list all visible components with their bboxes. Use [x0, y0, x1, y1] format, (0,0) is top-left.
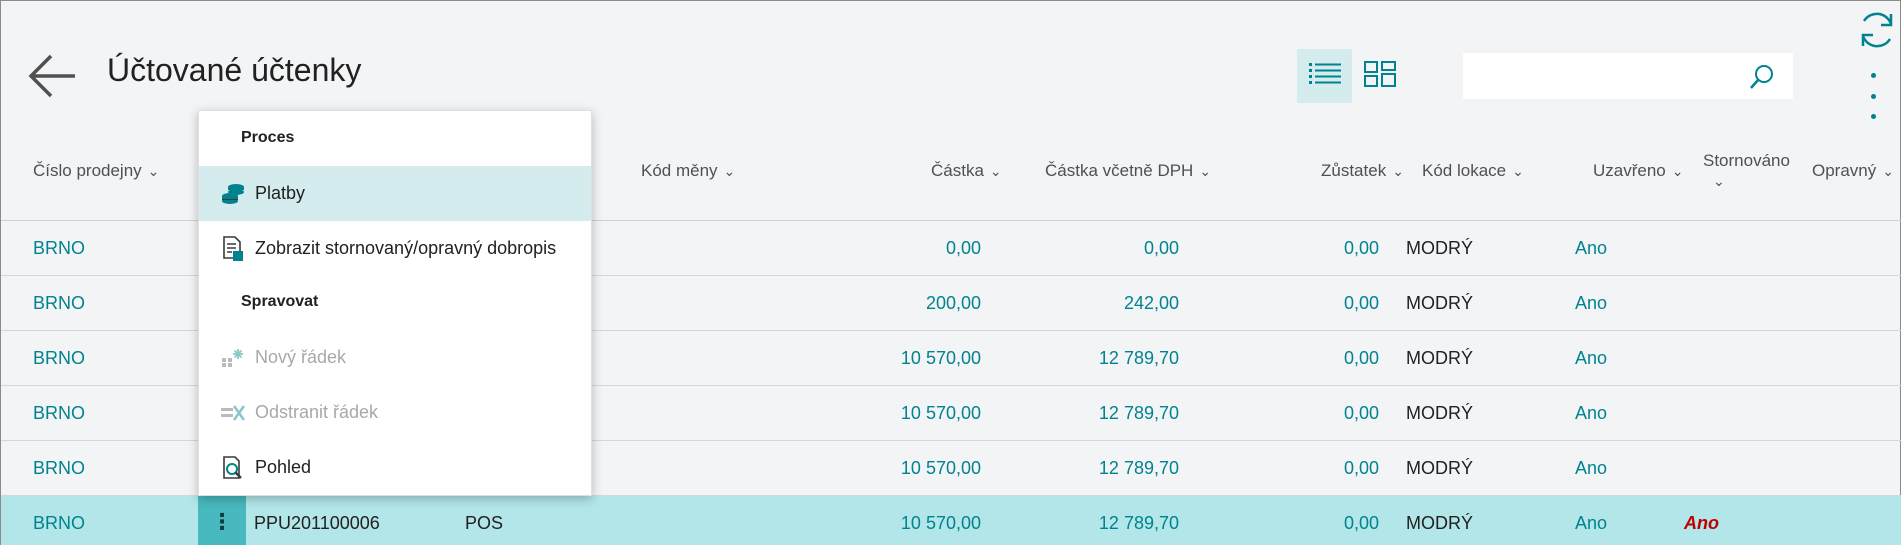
row-actions-button[interactable]: ⋮: [198, 496, 246, 545]
cell-remaining: 0,00: [1343, 238, 1379, 258]
column-header-amount-incl-vat[interactable]: Částka včetně DPH ⌄: [1045, 161, 1211, 181]
menu-item-label: Pohled: [255, 457, 312, 477]
cell-remaining: 0,00: [1343, 403, 1379, 423]
cell-remaining: 0,00: [1343, 348, 1379, 368]
cell-store[interactable]: BRNO: [33, 276, 85, 331]
cell-amount-incl-vat: 12 789,70: [1098, 513, 1179, 533]
coins-icon: [219, 180, 247, 208]
cell-location: MODRÝ: [1406, 403, 1473, 423]
refresh-icon[interactable]: [1856, 9, 1898, 51]
cell-remaining: 0,00: [1343, 513, 1379, 533]
column-header-amount[interactable]: Částka ⌄: [931, 161, 1002, 181]
cell-closed: Ano: [1575, 458, 1608, 478]
menu-item-delete-line[interactable]: Odstranit řádek: [199, 385, 591, 440]
chevron-down-icon: ⌄: [1713, 173, 1725, 189]
cell-amount-incl-vat: 242,00: [1123, 293, 1179, 313]
cell-amount: 10 570,00: [900, 513, 981, 533]
cell-amount: 0,00: [945, 238, 981, 258]
cell-amount-incl-vat: 12 789,70: [1098, 458, 1179, 478]
column-header-location-code[interactable]: Kód lokace ⌄: [1422, 161, 1524, 181]
cell-amount: 10 570,00: [900, 348, 981, 368]
cell-closed: Ano: [1575, 348, 1608, 368]
cell-store[interactable]: BRNO: [33, 386, 85, 441]
cell-location: MODRÝ: [1406, 513, 1473, 533]
cell-amount-incl-vat: 12 789,70: [1098, 403, 1179, 423]
column-header-currency-code[interactable]: Kód měny ⌄: [641, 161, 735, 181]
chevron-down-icon: ⌄: [1199, 162, 1212, 179]
column-header-cancelled[interactable]: Stornováno ⌄: [1703, 151, 1790, 191]
menu-item-label: Platby: [255, 183, 306, 203]
cell-closed: Ano: [1575, 513, 1608, 533]
search-input[interactable]: [1463, 53, 1793, 99]
delete-line-icon: [219, 399, 247, 427]
menu-item-label: Nový řádek: [255, 347, 347, 367]
cell-remaining: 0,00: [1343, 458, 1379, 478]
column-header-store-no[interactable]: Číslo prodejny ⌄: [33, 161, 159, 181]
cell-store[interactable]: BRNO: [33, 441, 85, 496]
new-line-icon: [219, 344, 247, 372]
cell-store[interactable]: BRNO: [33, 496, 85, 545]
menu-item-show-credit-memo[interactable]: Zobrazit stornovaný/opravný dobropis: [199, 221, 591, 276]
view-document-icon: [219, 454, 247, 482]
menu-item-label: Zobrazit stornovaný/opravný dobropis: [255, 238, 557, 258]
cell-amount: 200,00: [925, 293, 981, 313]
menu-group-manage: Spravovat: [241, 293, 319, 310]
search-icon[interactable]: [1749, 64, 1775, 90]
cell-cancelled: Ano: [1684, 513, 1719, 533]
column-header-corrective[interactable]: Opravný ⌄: [1812, 161, 1894, 181]
column-header-remaining[interactable]: Zůstatek ⌄: [1321, 161, 1404, 181]
document-credit-icon: [219, 235, 247, 263]
cell-receipt-no[interactable]: PPU201100006: [254, 496, 380, 545]
menu-item-view[interactable]: Pohled: [199, 440, 591, 495]
more-vertical-icon[interactable]: [1867, 73, 1879, 119]
table-row-selected[interactable]: BRNO ⋮ PPU201100006 POS 10 570,00 12 789…: [1, 496, 1901, 545]
menu-item-payments[interactable]: Platby: [199, 166, 591, 221]
list-view-button[interactable]: [1297, 49, 1352, 103]
cell-currency: POS: [465, 513, 504, 533]
menu-item-label: Odstranit řádek: [255, 402, 379, 422]
cell-location: MODRÝ: [1406, 458, 1473, 478]
cell-store[interactable]: BRNO: [33, 331, 85, 386]
chevron-down-icon: ⌄: [1512, 162, 1524, 179]
chevron-down-icon: ⌄: [723, 162, 736, 179]
row-context-menu: Proces Platby Zobrazit stornovaný/opravn…: [198, 110, 592, 496]
chevron-down-icon: ⌄: [989, 162, 1002, 179]
chevron-down-icon: ⌄: [1882, 162, 1894, 179]
chevron-down-icon: ⌄: [147, 162, 160, 179]
cell-location: MODRÝ: [1406, 348, 1473, 368]
cell-store[interactable]: BRNO: [33, 221, 85, 276]
cell-closed: Ano: [1575, 403, 1608, 423]
menu-group-process: Proces: [241, 129, 295, 146]
cell-closed: Ano: [1575, 238, 1608, 258]
cell-remaining: 0,00: [1343, 293, 1379, 313]
cell-location: MODRÝ: [1406, 238, 1473, 258]
list-view-icon: [1308, 62, 1341, 91]
cell-amount: 10 570,00: [900, 458, 981, 478]
chevron-down-icon: ⌄: [1671, 162, 1684, 179]
cell-amount-incl-vat: 12 789,70: [1098, 348, 1179, 368]
tile-view-icon: [1363, 60, 1396, 92]
back-arrow-icon[interactable]: [27, 53, 77, 99]
cell-location: MODRÝ: [1406, 293, 1473, 313]
cell-amount-incl-vat: 0,00: [1143, 238, 1179, 258]
page-title: Účtované účtenky: [107, 52, 362, 88]
tile-view-button[interactable]: [1352, 49, 1407, 103]
column-header-closed[interactable]: Uzavřeno ⌄: [1593, 161, 1684, 181]
cell-amount: 10 570,00: [900, 403, 981, 423]
cell-closed: Ano: [1575, 293, 1608, 313]
menu-item-new-line[interactable]: Nový řádek: [199, 330, 591, 385]
chevron-down-icon: ⌄: [1392, 162, 1404, 179]
